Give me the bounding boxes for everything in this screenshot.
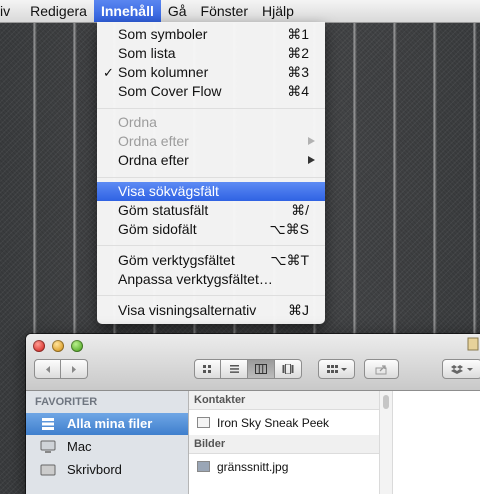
submenu-arrow-icon — [308, 137, 315, 145]
scrollbar-knob[interactable] — [383, 395, 389, 409]
menu-fonster[interactable]: Fönster — [194, 0, 255, 22]
file-row[interactable]: Iron Sky Sneak Peek — [189, 412, 379, 434]
group-header-kontakter: Kontakter — [189, 391, 379, 410]
title-toolbar — [26, 334, 480, 391]
shortcut-label: ⌥⌘S — [269, 221, 309, 237]
arrange-button[interactable] — [318, 359, 355, 379]
chevron-left-icon — [45, 365, 50, 373]
share-button[interactable] — [364, 359, 399, 379]
shortcut-label: ⌘/ — [291, 202, 309, 218]
contact-file-icon — [197, 417, 210, 428]
icon-view-button[interactable] — [194, 359, 221, 379]
menu-item-som-lista[interactable]: Som lista ⌘2 — [97, 44, 325, 63]
menu-item-ordna-efter[interactable]: Ordna efter — [97, 151, 325, 170]
menu-separator — [97, 177, 325, 178]
menu-item-visa-sokvagsfalt[interactable]: Visa sökvägsfält — [97, 182, 325, 201]
list-view-button[interactable] — [221, 359, 248, 379]
forward-button[interactable] — [61, 359, 88, 379]
list-icon — [229, 365, 239, 373]
sidebar-heading: FAVORITER — [35, 396, 98, 408]
finder-window: FAVORITER Alla mina filer Mac Skrivbord … — [26, 334, 480, 494]
back-forward-control — [34, 359, 88, 379]
group-header-bilder: Bilder — [189, 435, 379, 454]
menu-ga[interactable]: Gå — [161, 0, 194, 22]
checkmark-icon: ✓ — [103, 65, 114, 80]
shortcut-label: ⌘1 — [287, 26, 309, 42]
chevron-right-icon — [72, 365, 76, 373]
desktop-icon — [40, 464, 56, 476]
file-row[interactable]: gränssnitt.jpg — [189, 456, 379, 478]
menu-hjalp[interactable]: Hjälp — [255, 0, 301, 22]
menu-innehall[interactable]: Innehåll — [93, 0, 161, 22]
menu-item-som-kolumner[interactable]: ✓ Som kolumner ⌘3 — [97, 63, 325, 82]
dropbox-button[interactable] — [442, 359, 480, 379]
cover-flow-icon — [282, 364, 294, 374]
shortcut-label: ⌘2 — [287, 45, 309, 61]
document-proxy-icon[interactable] — [467, 337, 479, 351]
minimize-button[interactable] — [52, 340, 64, 352]
menu-arkiv[interactable]: iv — [0, 0, 23, 22]
menu-item-gom-verktygsfaltet[interactable]: Göm verktygsfältet ⌥⌘T — [97, 251, 325, 270]
menu-item-anpassa-verktygsfaltet[interactable]: Anpassa verktygsfältet… — [97, 270, 325, 289]
shortcut-label: ⌘3 — [287, 64, 309, 80]
share-icon — [375, 364, 386, 374]
dropbox-icon — [451, 364, 473, 374]
menu-separator — [97, 245, 325, 246]
column-view-button[interactable] — [248, 359, 275, 379]
menu-redigera[interactable]: Redigera — [23, 0, 94, 22]
menu-item-som-symboler[interactable]: Som symboler ⌘1 — [97, 25, 325, 44]
zoom-button[interactable] — [71, 340, 83, 352]
menu-separator — [97, 108, 325, 109]
menu-item-ordna-efter-disabled: Ordna efter — [97, 132, 325, 151]
computer-icon — [40, 440, 56, 453]
shortcut-label: ⌘4 — [287, 83, 309, 99]
all-files-icon — [42, 418, 54, 430]
menu-item-gom-sidofalt[interactable]: Göm sidofält ⌥⌘S — [97, 220, 325, 239]
innehall-dropdown-menu: Som symboler ⌘1 Som lista ⌘2 ✓ Som kolum… — [97, 22, 325, 324]
arrange-grid-icon — [326, 365, 347, 373]
icon-grid-icon — [203, 365, 211, 373]
close-button[interactable] — [33, 340, 45, 352]
menu-item-gom-statusfalt[interactable]: Göm statusfält ⌘/ — [97, 201, 325, 220]
menu-item-ordna: Ordna — [118, 114, 157, 130]
sidebar-item-alla-mina-filer[interactable]: Alla mina filer — [26, 413, 188, 435]
menu-separator — [97, 295, 325, 296]
menu-item-visa-visningsalternativ[interactable]: Visa visningsalternativ ⌘J — [97, 301, 325, 320]
back-button[interactable] — [34, 359, 61, 379]
shortcut-label: ⌥⌘T — [270, 252, 309, 268]
menu-bar: iv Redigera Innehåll Gå Fönster Hjälp — [0, 0, 480, 23]
cover-flow-button[interactable] — [275, 359, 302, 379]
sidebar-item-skrivbord[interactable]: Skrivbord — [26, 459, 188, 481]
shortcut-label: ⌘J — [288, 302, 309, 318]
view-mode-control — [194, 359, 302, 379]
menu-item-som-cover-flow[interactable]: Som Cover Flow ⌘4 — [97, 82, 325, 101]
columns-icon — [255, 364, 267, 374]
submenu-arrow-icon — [308, 156, 315, 164]
sidebar-item-mac[interactable]: Mac — [26, 436, 188, 458]
image-file-icon — [197, 461, 210, 472]
